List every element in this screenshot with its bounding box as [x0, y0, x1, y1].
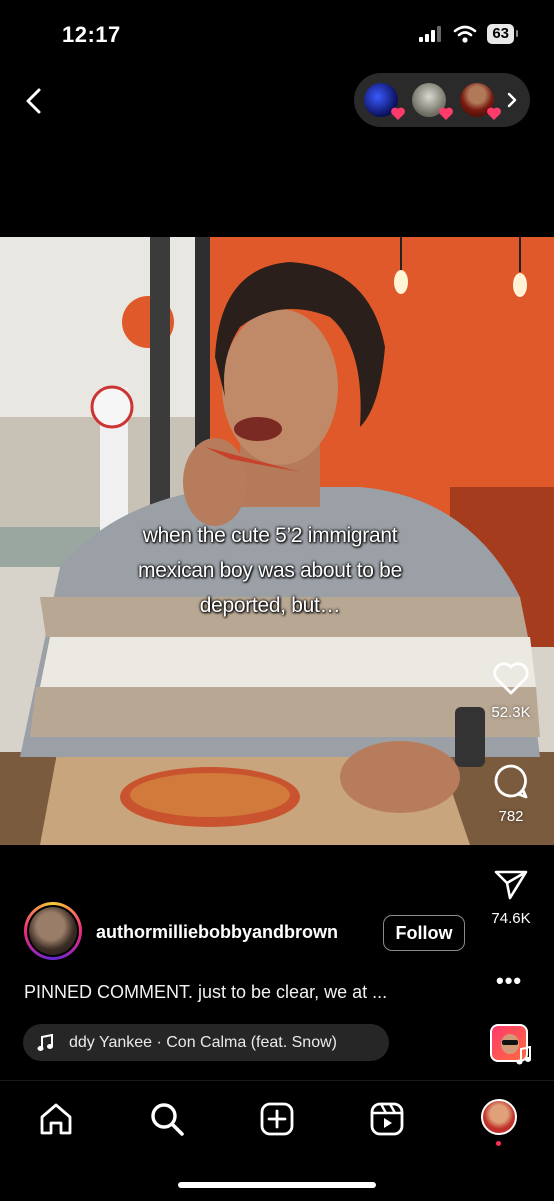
profile-tab-avatar[interactable]: [481, 1099, 517, 1135]
comment-icon[interactable]: [492, 762, 530, 800]
heart-icon: [487, 107, 501, 120]
status-time: 12:17: [62, 22, 121, 47]
caption-line-2: mexican boy was about to be: [138, 559, 402, 582]
chevron-left-icon[interactable]: [20, 86, 50, 116]
signal-icon: [419, 26, 442, 42]
heart-icon: [391, 107, 405, 120]
send-icon[interactable]: [492, 866, 530, 902]
avatar: [29, 907, 77, 955]
status-icons: 63: [419, 24, 518, 44]
create-post-icon[interactable]: [259, 1101, 295, 1137]
music-pill[interactable]: ddy Yankee · Con Calma (feat. Snow): [23, 1024, 389, 1061]
wifi-icon: [454, 25, 477, 43]
comment-action[interactable]: 782: [476, 762, 546, 825]
chevron-right-icon[interactable]: [506, 91, 518, 109]
share-count: 74.6K: [491, 910, 531, 927]
home-indicator: [178, 1182, 376, 1188]
viewer-avatar-2[interactable]: [412, 83, 453, 120]
heart-icon[interactable]: [492, 660, 530, 696]
more-options-icon[interactable]: •••: [496, 968, 522, 994]
like-count: 52.3K: [491, 704, 531, 721]
battery-indicator: 63: [487, 24, 518, 44]
share-action[interactable]: 74.6K: [476, 866, 546, 927]
heart-icon: [439, 107, 453, 120]
viewer-avatar-1[interactable]: [364, 83, 405, 120]
author-username[interactable]: authormilliebobbyandbrown: [96, 922, 338, 943]
viewer-avatar-3[interactable]: [460, 83, 501, 120]
reels-icon[interactable]: [369, 1101, 405, 1137]
music-note-small-icon: [516, 1046, 531, 1065]
music-title: ddy Yankee · Con Calma (feat. Snow): [69, 1033, 337, 1051]
notification-dot: [496, 1141, 501, 1146]
like-action[interactable]: 52.3K: [476, 660, 546, 721]
home-icon[interactable]: [38, 1101, 74, 1137]
video-caption: when the cute 5’2 immigrant mexican boy …: [100, 518, 440, 623]
comment-count: 782: [498, 808, 524, 825]
follow-button[interactable]: Follow: [383, 915, 465, 951]
music-note-icon: [37, 1033, 53, 1051]
avatar-inner: [27, 905, 79, 957]
caption-line-3: deported, but…: [199, 594, 341, 617]
recent-viewers-pill[interactable]: [354, 73, 530, 127]
author-avatar[interactable]: [24, 902, 82, 960]
caption-line-1: when the cute 5’2 immigrant: [142, 524, 398, 547]
pinned-comment[interactable]: PINNED COMMENT. just to be clear, we at …: [24, 982, 387, 1003]
search-icon[interactable]: [149, 1101, 185, 1137]
